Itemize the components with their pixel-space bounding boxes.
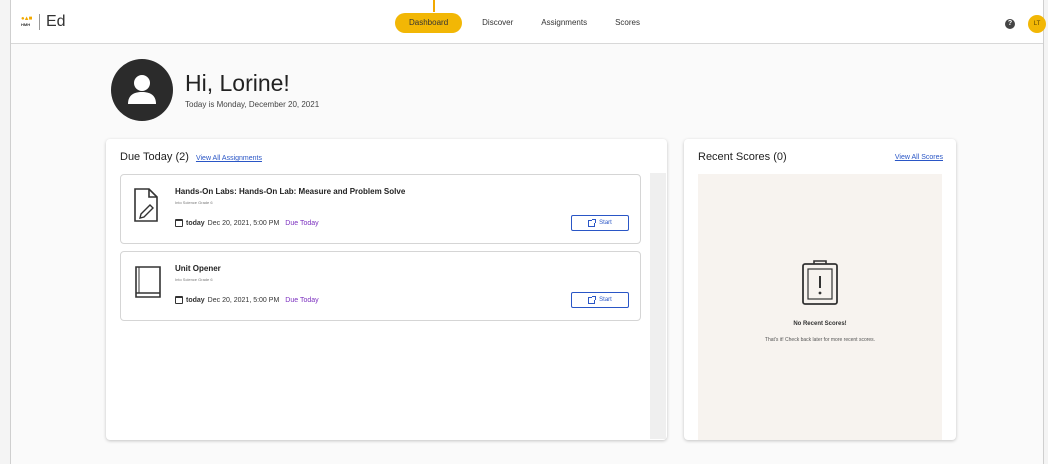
assignment-item[interactable]: Unit Opener Into Science Grade 6 today D…	[120, 251, 641, 321]
empty-scores-panel: No Recent Scores! That's it! Check back …	[698, 174, 942, 440]
start-button[interactable]: Start	[571, 215, 629, 231]
meta-today-label: today	[186, 219, 205, 227]
user-silhouette-icon	[128, 75, 156, 104]
empty-scores-title: No Recent Scores!	[793, 321, 847, 327]
assignment-program: Into Science Grade 6	[175, 200, 213, 205]
callout-marker	[433, 0, 435, 12]
recent-scores-title: Recent Scores (0)	[698, 151, 787, 163]
due-status: Due Today	[285, 296, 319, 304]
today-date: Today is Monday, December 20, 2021	[185, 100, 320, 109]
help-icon[interactable]: ?	[1005, 19, 1015, 29]
document-pencil-icon	[133, 187, 159, 228]
assignment-program: Into Science Grade 6	[175, 277, 213, 282]
due-status: Due Today	[285, 219, 319, 227]
nav-scores[interactable]: Scores	[615, 13, 640, 33]
due-today-title: Due Today (2) View All Assignments	[120, 151, 262, 163]
top-bar: ●▲■ HMH Ed Dashboard Discover Assignment…	[11, 0, 1046, 44]
greeting-heading: Hi, Lorine!	[185, 70, 290, 96]
due-datetime: Dec 20, 2021, 5:00 PM	[207, 296, 280, 304]
due-datetime: Dec 20, 2021, 5:00 PM	[207, 219, 280, 227]
assignment-meta: today Dec 20, 2021, 5:00 PM Due Today	[175, 219, 319, 227]
assignment-title[interactable]: Unit Opener	[175, 264, 221, 273]
scrollbar-track[interactable]	[650, 173, 666, 439]
user-avatar	[111, 59, 173, 121]
assignment-meta: today Dec 20, 2021, 5:00 PM Due Today	[175, 296, 319, 304]
app-name: Ed	[46, 13, 66, 30]
start-button-label: Start	[599, 297, 612, 303]
clipboard-alert-icon	[800, 258, 840, 311]
view-all-scores-link[interactable]: View All Scores	[895, 154, 943, 161]
book-icon	[133, 264, 163, 305]
brand-divider	[39, 14, 40, 30]
start-button[interactable]: Start	[571, 292, 629, 308]
calendar-icon	[175, 296, 183, 304]
empty-scores-subtitle: That's it! Check back later for more rec…	[764, 337, 876, 343]
start-button-label: Start	[599, 220, 612, 226]
assignment-item[interactable]: Hands-On Labs: Hands-On Lab: Measure and…	[120, 174, 641, 244]
calendar-icon	[175, 219, 183, 227]
user-avatar-badge[interactable]: LT	[1028, 15, 1046, 33]
recent-scores-card: Recent Scores (0) View All Scores No Rec…	[684, 139, 956, 440]
external-link-icon	[588, 218, 597, 227]
main-nav: Dashboard Discover Assignments Scores	[395, 13, 668, 33]
external-link-icon	[588, 295, 597, 304]
hmh-logo-icon: ●▲■ HMH	[21, 16, 32, 27]
due-today-card: Due Today (2) View All Assignments Hands…	[106, 139, 667, 440]
nav-discover[interactable]: Discover	[482, 13, 513, 33]
assignment-title[interactable]: Hands-On Labs: Hands-On Lab: Measure and…	[175, 187, 405, 196]
meta-today-label: today	[186, 296, 205, 304]
app-frame: ●▲■ HMH Ed Dashboard Discover Assignment…	[10, 0, 1046, 464]
view-all-assignments-link[interactable]: View All Assignments	[196, 155, 262, 162]
nav-dashboard[interactable]: Dashboard	[395, 13, 463, 33]
brand[interactable]: ●▲■ HMH Ed	[21, 13, 66, 31]
nav-assignments[interactable]: Assignments	[541, 13, 587, 33]
